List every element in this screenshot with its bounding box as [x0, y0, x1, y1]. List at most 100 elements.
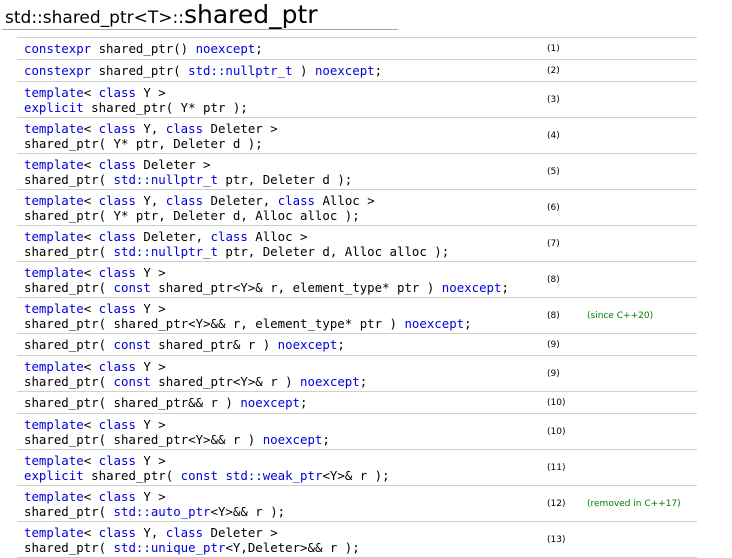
code-keyword[interactable]: class: [99, 525, 136, 540]
code-keyword[interactable]: noexcept: [442, 280, 502, 295]
code-keyword[interactable]: template: [24, 417, 84, 432]
code-keyword[interactable]: class: [99, 157, 136, 172]
declaration-code: template< class Y > explicit shared_ptr( …: [17, 450, 546, 486]
code-text: shared_ptr<Y>& r, element_type* ptr ): [150, 279, 442, 295]
declaration-row: shared_ptr( shared_ptr&& r ) noexcept; (1…: [17, 391, 697, 414]
code-keyword[interactable]: noexcept: [300, 374, 360, 389]
code-keyword[interactable]: class: [211, 229, 248, 244]
code-keyword[interactable]: constexpr: [24, 41, 91, 56]
code-keyword[interactable]: class: [166, 525, 203, 540]
code-keyword[interactable]: class: [99, 229, 136, 244]
code-keyword[interactable]: std::unique_ptr: [114, 540, 226, 555]
code-text: Y,: [135, 192, 166, 208]
code-keyword[interactable]: noexcept: [404, 316, 464, 331]
code-keyword[interactable]: std::auto_ptr: [114, 504, 211, 519]
page-title: std::shared_ptr<T>::shared_ptr: [5, 0, 318, 29]
code-keyword[interactable]: template: [24, 121, 84, 136]
code-text: Y >: [135, 452, 166, 468]
code-keyword[interactable]: template: [24, 525, 84, 540]
code-text: Deleter >: [135, 156, 211, 172]
code-keyword[interactable]: template: [24, 265, 84, 280]
code-keyword[interactable]: class: [99, 301, 136, 316]
code-keyword[interactable]: std::nullptr_t: [188, 63, 292, 78]
code-keyword[interactable]: class: [166, 193, 203, 208]
declaration-code: template< class Y > shared_ptr( std::auto…: [17, 486, 546, 522]
code-keyword[interactable]: class: [99, 85, 136, 100]
overload-number: (10): [547, 397, 566, 408]
version-note: [587, 334, 697, 356]
declaration-row: template< class Y > explicit shared_ptr( …: [17, 449, 697, 486]
code-keyword[interactable]: class: [99, 193, 136, 208]
code-text: shared_ptr(: [83, 467, 181, 483]
code-keyword[interactable]: template: [24, 193, 84, 208]
code-keyword[interactable]: template: [24, 85, 84, 100]
code-keyword[interactable]: noexcept: [196, 41, 256, 56]
code-text: shared_ptr( Y* ptr, Deleter d );: [24, 135, 263, 151]
overload-number: (12): [547, 498, 566, 509]
code-keyword[interactable]: std::nullptr_t: [114, 172, 218, 187]
code-keyword[interactable]: template: [24, 489, 84, 504]
code-keyword[interactable]: explicit: [24, 468, 84, 483]
code-text: shared_ptr( Y* ptr );: [83, 99, 248, 115]
code-keyword[interactable]: std::nullptr_t: [114, 244, 218, 259]
declaration-row: template< class Y, class Deleter > shared…: [17, 117, 697, 154]
declaration-row: template< class Y, class Deleter > shared…: [17, 521, 697, 558]
overload-number: (3): [547, 94, 560, 105]
code-text: ptr, Deleter d );: [217, 171, 353, 187]
code-keyword[interactable]: const: [114, 280, 151, 295]
declaration-row: template< class Y > shared_ptr( std::auto…: [17, 485, 697, 522]
code-text: ;: [300, 395, 308, 410]
overload-number: (8): [547, 310, 560, 321]
overload-number: (7): [547, 238, 560, 249]
code-keyword[interactable]: class: [99, 417, 136, 432]
code-text: Y >: [135, 416, 166, 432]
code-keyword[interactable]: class: [99, 265, 136, 280]
declaration-row: template< class Y > explicit shared_ptr( …: [17, 81, 697, 118]
declaration-row: shared_ptr( const shared_ptr& r ) noexce…: [17, 333, 697, 356]
code-text: <: [83, 84, 99, 100]
code-keyword[interactable]: explicit: [24, 100, 84, 115]
code-keyword[interactable]: template: [24, 359, 84, 374]
code-keyword[interactable]: noexcept: [240, 395, 300, 410]
declaration-row: constexpr shared_ptr( std::nullptr_t ) n…: [17, 59, 697, 82]
code-keyword[interactable]: noexcept: [315, 63, 375, 78]
code-text: <: [83, 488, 99, 504]
overload-number: (9): [547, 368, 560, 379]
code-keyword[interactable]: template: [24, 301, 84, 316]
code-text: <: [83, 156, 99, 172]
version-note: [587, 60, 697, 82]
declaration-code: shared_ptr( shared_ptr&& r ) noexcept;: [17, 392, 546, 414]
code-keyword[interactable]: class: [99, 489, 136, 504]
declaration-code: template< class Deleter, class Alloc > sh…: [17, 226, 546, 262]
code-keyword[interactable]: class: [99, 121, 136, 136]
version-note: [587, 262, 697, 298]
code-keyword[interactable]: template: [24, 157, 84, 172]
code-text: Deleter >: [203, 120, 278, 136]
version-note: (since C++20): [587, 310, 654, 321]
code-keyword[interactable]: class: [99, 453, 136, 468]
code-text: ;: [501, 279, 509, 295]
code-text: <: [83, 228, 99, 244]
declaration-code: template< class Y, class Deleter, class …: [17, 190, 546, 226]
code-keyword[interactable]: class: [99, 359, 136, 374]
code-keyword[interactable]: class: [278, 193, 315, 208]
code-keyword[interactable]: noexcept: [278, 337, 338, 352]
declaration-code: template< class Y > shared_ptr( const sha…: [17, 262, 546, 298]
version-note: [587, 190, 697, 226]
page-title-prefix: std::shared_ptr<T>::: [5, 8, 184, 28]
code-keyword[interactable]: const: [181, 468, 218, 483]
code-keyword[interactable]: template: [24, 453, 84, 468]
code-keyword[interactable]: template: [24, 229, 84, 244]
declaration-code: template< class Y, class Deleter > shared…: [17, 522, 546, 558]
code-keyword[interactable]: constexpr: [24, 63, 91, 78]
code-keyword[interactable]: std::weak_ptr: [225, 468, 322, 483]
code-keyword[interactable]: noexcept: [263, 432, 323, 447]
code-text: <: [83, 300, 99, 316]
overload-number: (8): [547, 274, 560, 285]
version-note: [587, 450, 697, 486]
code-text: Deleter,: [135, 228, 211, 244]
declaration-row: template< class Deleter, class Alloc > sh…: [17, 225, 697, 262]
code-keyword[interactable]: const: [114, 337, 151, 352]
code-keyword[interactable]: const: [114, 374, 151, 389]
code-keyword[interactable]: class: [166, 121, 203, 136]
